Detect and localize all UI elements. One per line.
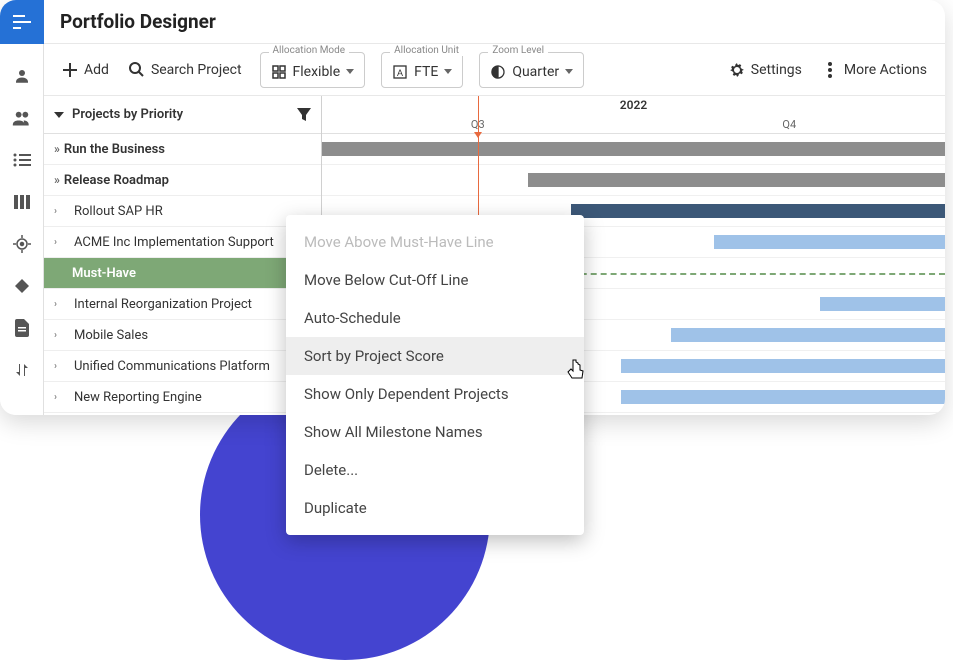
chevron-right-icon: › <box>54 237 66 248</box>
project-label: Internal Reorganization Project <box>74 297 252 312</box>
search-icon <box>129 62 145 78</box>
menu-item-auto-schedule[interactable]: Auto-Schedule <box>286 299 584 337</box>
left-rail <box>0 0 44 415</box>
zoom-level-dropdown[interactable]: Zoom Level Quarter <box>479 52 584 88</box>
gantt-bar[interactable] <box>571 204 945 218</box>
menu-item-move-below[interactable]: Move Below Cut-Off Line <box>286 261 584 299</box>
moon-icon <box>490 64 506 80</box>
sidebar-header[interactable]: Projects by Priority <box>44 96 321 134</box>
menu-item-delete[interactable]: Delete... <box>286 451 584 489</box>
columns-icon[interactable] <box>12 192 32 212</box>
chevron-down-icon <box>444 69 452 74</box>
gantt-bar[interactable] <box>322 142 945 156</box>
menu-item-show-milestones[interactable]: Show All Milestone Names <box>286 413 584 451</box>
sidebar-item-run-business[interactable]: » Run the Business <box>44 134 321 165</box>
more-actions-label: More Actions <box>844 62 927 78</box>
gantt-row <box>322 134 945 165</box>
app-logo-icon[interactable] <box>0 0 44 44</box>
more-actions-button[interactable]: More Actions <box>820 58 929 82</box>
chevron-right-icon: › <box>54 330 66 341</box>
gantt-bar[interactable] <box>621 390 945 404</box>
titlebar: Portfolio Designer <box>44 0 945 44</box>
allocation-mode-dropdown[interactable]: Allocation Mode Flexible <box>260 52 366 88</box>
search-button[interactable]: Search Project <box>127 58 244 82</box>
project-label: Unified Communications Platform <box>74 359 270 374</box>
allocation-unit-label: Allocation Unit <box>390 45 463 56</box>
add-button[interactable]: Add <box>60 58 111 82</box>
sidebar-item-rollout-sap[interactable]: › Rollout SAP HR <box>44 196 321 227</box>
sidebar-item-internal-reorg[interactable]: › Internal Reorganization Project <box>44 289 321 320</box>
add-label: Add <box>84 62 109 78</box>
zoom-level-label: Zoom Level <box>488 45 548 56</box>
project-label: Release Roadmap <box>64 173 169 188</box>
chevron-down-icon <box>346 69 354 74</box>
page-title: Portfolio Designer <box>60 10 216 33</box>
project-label: Mobile Sales <box>74 328 148 343</box>
more-vertical-icon <box>822 62 838 78</box>
search-label: Search Project <box>151 62 242 78</box>
gantt-bar[interactable] <box>714 235 945 249</box>
list-icon[interactable] <box>12 150 32 170</box>
toolbar: Add Search Project Allocation Mode Flexi… <box>44 44 945 96</box>
sidebar-item-new-reporting[interactable]: › New Reporting Engine <box>44 382 321 413</box>
gantt-row <box>322 165 945 196</box>
allocation-unit-dropdown[interactable]: Allocation Unit A FTE <box>381 52 463 88</box>
document-icon[interactable] <box>12 318 32 338</box>
project-label: Must-Have <box>72 266 136 281</box>
sidebar-item-acme[interactable]: › ACME Inc Implementation Support <box>44 227 321 258</box>
gantt-quarter-label: Q4 <box>634 118 946 131</box>
project-label: New Reporting Engine <box>74 390 202 405</box>
sidebar-item-mobile-sales[interactable]: › Mobile Sales <box>44 320 321 351</box>
gear-icon <box>729 62 745 78</box>
sidebar-item-unified-comms[interactable]: › Unified Communications Platform <box>44 351 321 382</box>
settings-label: Settings <box>751 62 802 78</box>
project-label: Run the Business <box>64 142 165 157</box>
project-sidebar: Projects by Priority » Run the Business … <box>44 96 322 415</box>
gantt-bar[interactable] <box>621 359 945 373</box>
plus-icon <box>62 62 78 78</box>
menu-item-move-above: Move Above Must-Have Line <box>286 223 584 261</box>
gantt-year-label: 2022 <box>322 98 945 112</box>
double-chevron-icon: » <box>54 173 56 187</box>
sidebar-item-must-have[interactable]: Must-Have <box>44 258 321 289</box>
sidebar-item-release-roadmap[interactable]: » Release Roadmap <box>44 165 321 196</box>
allocation-unit-value: FTE <box>414 64 438 80</box>
chevron-right-icon: › <box>54 392 66 403</box>
diamond-icon[interactable] <box>12 276 32 296</box>
today-marker-icon <box>474 132 482 138</box>
target-icon[interactable] <box>12 234 32 254</box>
chevron-right-icon: › <box>54 299 66 310</box>
settings-button[interactable]: Settings <box>727 58 804 82</box>
project-label: ACME Inc Implementation Support <box>74 235 274 250</box>
cursor-pointer-icon <box>566 358 586 382</box>
triangle-down-icon <box>54 112 64 118</box>
chevron-right-icon: › <box>54 206 66 217</box>
a-box-icon: A <box>392 64 408 80</box>
menu-item-duplicate[interactable]: Duplicate <box>286 489 584 527</box>
context-menu: Move Above Must-Have Line Move Below Cut… <box>286 215 584 535</box>
gantt-header: 2022 Q3 Q4 <box>322 96 945 134</box>
gantt-bar[interactable] <box>671 328 945 342</box>
allocation-mode-label: Allocation Mode <box>269 45 350 56</box>
zoom-level-value: Quarter <box>512 64 559 80</box>
double-chevron-icon: » <box>54 142 56 156</box>
transfer-icon[interactable] <box>12 360 32 380</box>
gantt-bar[interactable] <box>820 297 945 311</box>
sidebar-header-label: Projects by Priority <box>72 107 183 122</box>
allocation-mode-value: Flexible <box>293 64 341 80</box>
person-icon[interactable] <box>12 66 32 86</box>
menu-item-show-dependent[interactable]: Show Only Dependent Projects <box>286 375 584 413</box>
chevron-right-icon: › <box>54 361 66 372</box>
svg-text:A: A <box>397 68 403 78</box>
project-label: Rollout SAP HR <box>74 204 163 219</box>
people-icon[interactable] <box>12 108 32 128</box>
chevron-down-icon <box>565 69 573 74</box>
filter-icon[interactable] <box>297 108 311 122</box>
grid-icon <box>271 64 287 80</box>
gantt-bar[interactable] <box>528 173 945 187</box>
menu-item-sort-by-score[interactable]: Sort by Project Score <box>286 337 584 375</box>
